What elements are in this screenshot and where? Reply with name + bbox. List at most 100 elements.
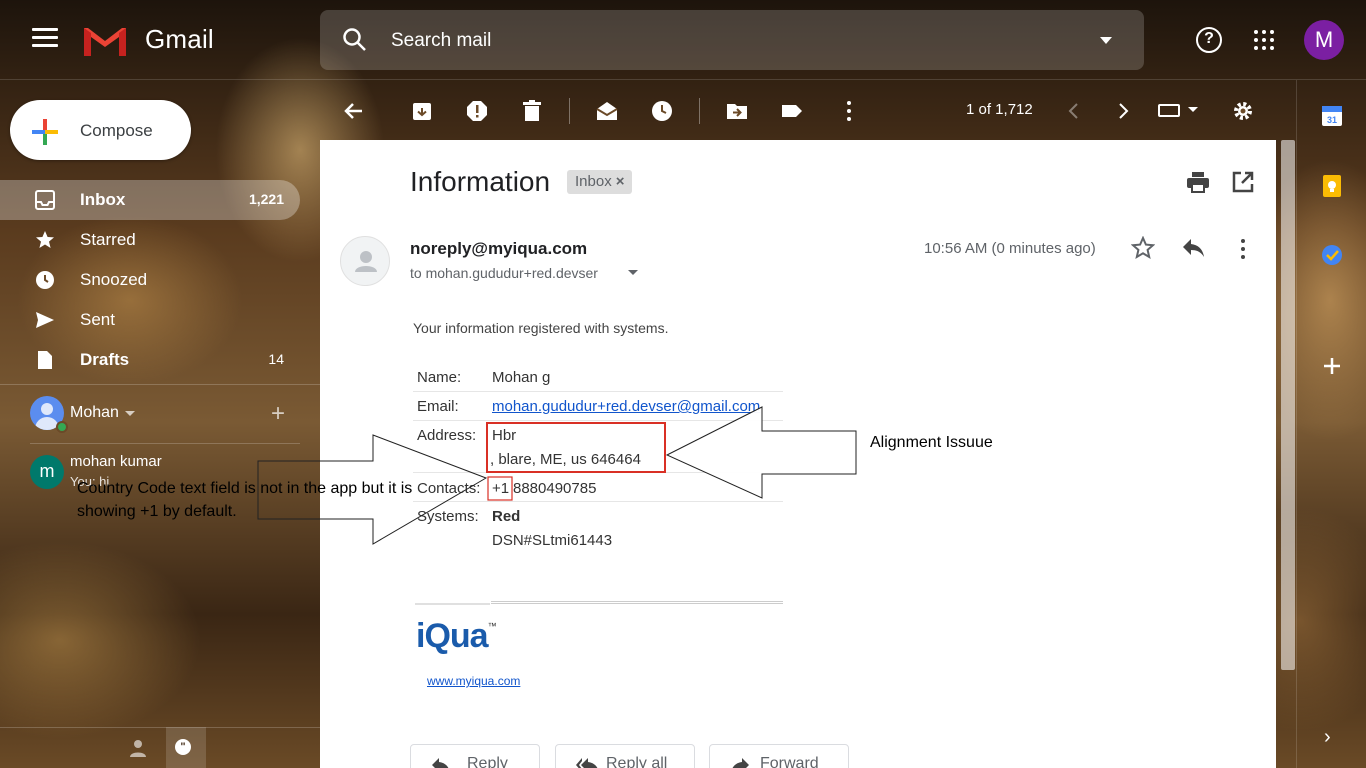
field-label: Contacts:	[417, 480, 481, 497]
gmail-logo-icon	[84, 28, 126, 56]
input-tools-caret-icon[interactable]	[1188, 107, 1198, 112]
forward-button[interactable]: Forward	[709, 744, 849, 768]
sidebar-item-snoozed[interactable]: Snoozed	[0, 260, 300, 300]
main-menu-icon[interactable]	[32, 28, 58, 52]
clock-icon	[36, 271, 54, 289]
pagination-count: 1 of 1,712	[966, 101, 1033, 118]
print-icon[interactable]	[1186, 171, 1210, 193]
svg-text:31: 31	[1327, 115, 1337, 125]
search-icon[interactable]	[342, 27, 368, 53]
table-row-email: Email: mohan.gududur+red.devser@gmail.co…	[413, 392, 783, 421]
chat-contact-name[interactable]: mohan kumar	[70, 453, 162, 470]
label-tag-icon[interactable]	[781, 100, 803, 122]
send-icon	[36, 312, 54, 328]
hangouts-status-caret-icon[interactable]	[125, 411, 135, 416]
delete-trash-icon[interactable]	[521, 100, 543, 122]
email-body-intro: Your information registered with systems…	[413, 320, 669, 336]
get-addons-plus-icon[interactable]	[1321, 355, 1343, 377]
side-panel-divider	[1296, 80, 1297, 768]
open-in-new-window-icon[interactable]	[1232, 171, 1254, 193]
chat-avatar[interactable]: m	[30, 455, 64, 489]
older-chevron-right-icon[interactable]	[1112, 100, 1134, 122]
table-row-address: Address: Hbr , blare, ME, us 646464	[413, 421, 783, 473]
table-row-systems: Systems: Red DSN#SLtmi61443	[413, 502, 783, 552]
reply-all-icon	[576, 758, 598, 768]
more-options-icon[interactable]	[838, 100, 860, 122]
drafts-count: 14	[268, 351, 284, 367]
settings-gear-icon[interactable]	[1232, 100, 1254, 122]
sidebar-item-starred[interactable]: Starred	[0, 220, 300, 260]
country-code-value: +1	[492, 480, 510, 497]
hangouts-quote-icon: "	[175, 739, 191, 755]
show-details-caret-icon[interactable]	[628, 270, 638, 275]
sidebar-item-drafts[interactable]: Drafts 14	[0, 340, 300, 380]
sidebar-item-inbox[interactable]: Inbox 1,221	[0, 180, 300, 220]
hangouts-user-name[interactable]: Mohan	[70, 404, 119, 422]
app-name: Gmail	[145, 24, 214, 54]
forward-arrow-icon	[732, 758, 749, 768]
inbox-unread-count: 1,221	[248, 191, 284, 207]
calendar-icon[interactable]: 31	[1321, 105, 1343, 127]
reply-all-button[interactable]: Reply all	[555, 744, 695, 768]
back-arrow-icon[interactable]	[342, 100, 364, 122]
person-icon	[355, 251, 377, 272]
online-status-icon	[56, 421, 68, 433]
remove-label-icon[interactable]: ×	[616, 173, 625, 190]
snooze-clock-icon[interactable]	[651, 100, 673, 122]
forward-label: Forward	[760, 755, 819, 768]
keep-bulb-icon[interactable]	[1321, 175, 1343, 197]
reply-arrow-icon[interactable]	[1181, 237, 1205, 259]
show-side-panel-chevron-icon[interactable]: ›	[1324, 726, 1331, 749]
sidebar-divider	[0, 384, 320, 385]
signature-divider	[491, 601, 783, 604]
sender-avatar	[340, 236, 390, 286]
star-outline-icon[interactable]	[1131, 236, 1155, 260]
field-label: Address:	[417, 427, 477, 444]
account-avatar[interactable]: M	[1304, 20, 1344, 60]
email-link[interactable]: mohan.gududur+red.devser@gmail.com	[492, 398, 760, 415]
reply-label: Reply	[467, 755, 508, 768]
sidebar-item-label: Starred	[80, 230, 136, 249]
email-subject: Information	[410, 166, 551, 197]
archive-icon[interactable]	[411, 100, 433, 122]
field-value: DSN#SLtmi61443	[492, 532, 613, 549]
new-conversation-plus-icon[interactable]: +	[271, 400, 285, 428]
reading-pane-scrollbar[interactable]	[1281, 140, 1295, 670]
email-timestamp: 10:56 AM (0 minutes ago)	[924, 240, 1096, 257]
report-spam-icon[interactable]	[466, 100, 488, 122]
draft-icon	[38, 351, 52, 369]
iqua-logo: iQua™	[416, 617, 497, 655]
toolbar-separator	[699, 98, 700, 124]
newer-chevron-left-icon[interactable]	[1063, 100, 1085, 122]
mark-as-unread-icon[interactable]	[596, 100, 618, 122]
search-input[interactable]: Search mail	[391, 30, 491, 52]
label-chip-text: Inbox	[575, 173, 612, 190]
phone-number-value: 8880490785	[513, 480, 597, 497]
apps-grid-icon[interactable]	[1254, 30, 1274, 50]
field-value: , blare, ME, us 646464	[490, 451, 641, 468]
inbox-icon	[35, 190, 55, 210]
input-tools-keyboard-icon[interactable]	[1158, 104, 1180, 117]
reply-all-label: Reply all	[606, 755, 668, 768]
sidebar-item-label: Drafts	[80, 350, 130, 369]
sender-address[interactable]: noreply@myiqua.com	[410, 239, 587, 259]
contacts-person-icon[interactable]	[128, 738, 148, 758]
signature-divider	[415, 603, 490, 605]
field-label: Name:	[417, 369, 462, 386]
search-options-caret-icon[interactable]	[1100, 37, 1112, 44]
field-value: Mohan g	[492, 369, 551, 386]
help-icon[interactable]: ?	[1196, 27, 1222, 53]
website-link[interactable]: www.myiqua.com	[427, 674, 520, 688]
message-more-options-icon[interactable]	[1238, 238, 1248, 260]
toolbar-separator	[569, 98, 570, 124]
reply-button[interactable]: Reply	[410, 744, 540, 768]
sidebar-bottom-divider	[0, 727, 320, 728]
tasks-check-icon[interactable]	[1321, 244, 1343, 266]
move-to-icon[interactable]	[726, 100, 748, 122]
sidebar-item-label: Inbox	[80, 190, 126, 209]
header-divider	[0, 79, 1366, 80]
sidebar-item-label: Sent	[80, 310, 115, 329]
sidebar-item-sent[interactable]: Sent	[0, 300, 300, 340]
compose-plus-icon	[32, 119, 58, 145]
recipient-line: to mohan.gududur+red.devser	[410, 265, 598, 281]
